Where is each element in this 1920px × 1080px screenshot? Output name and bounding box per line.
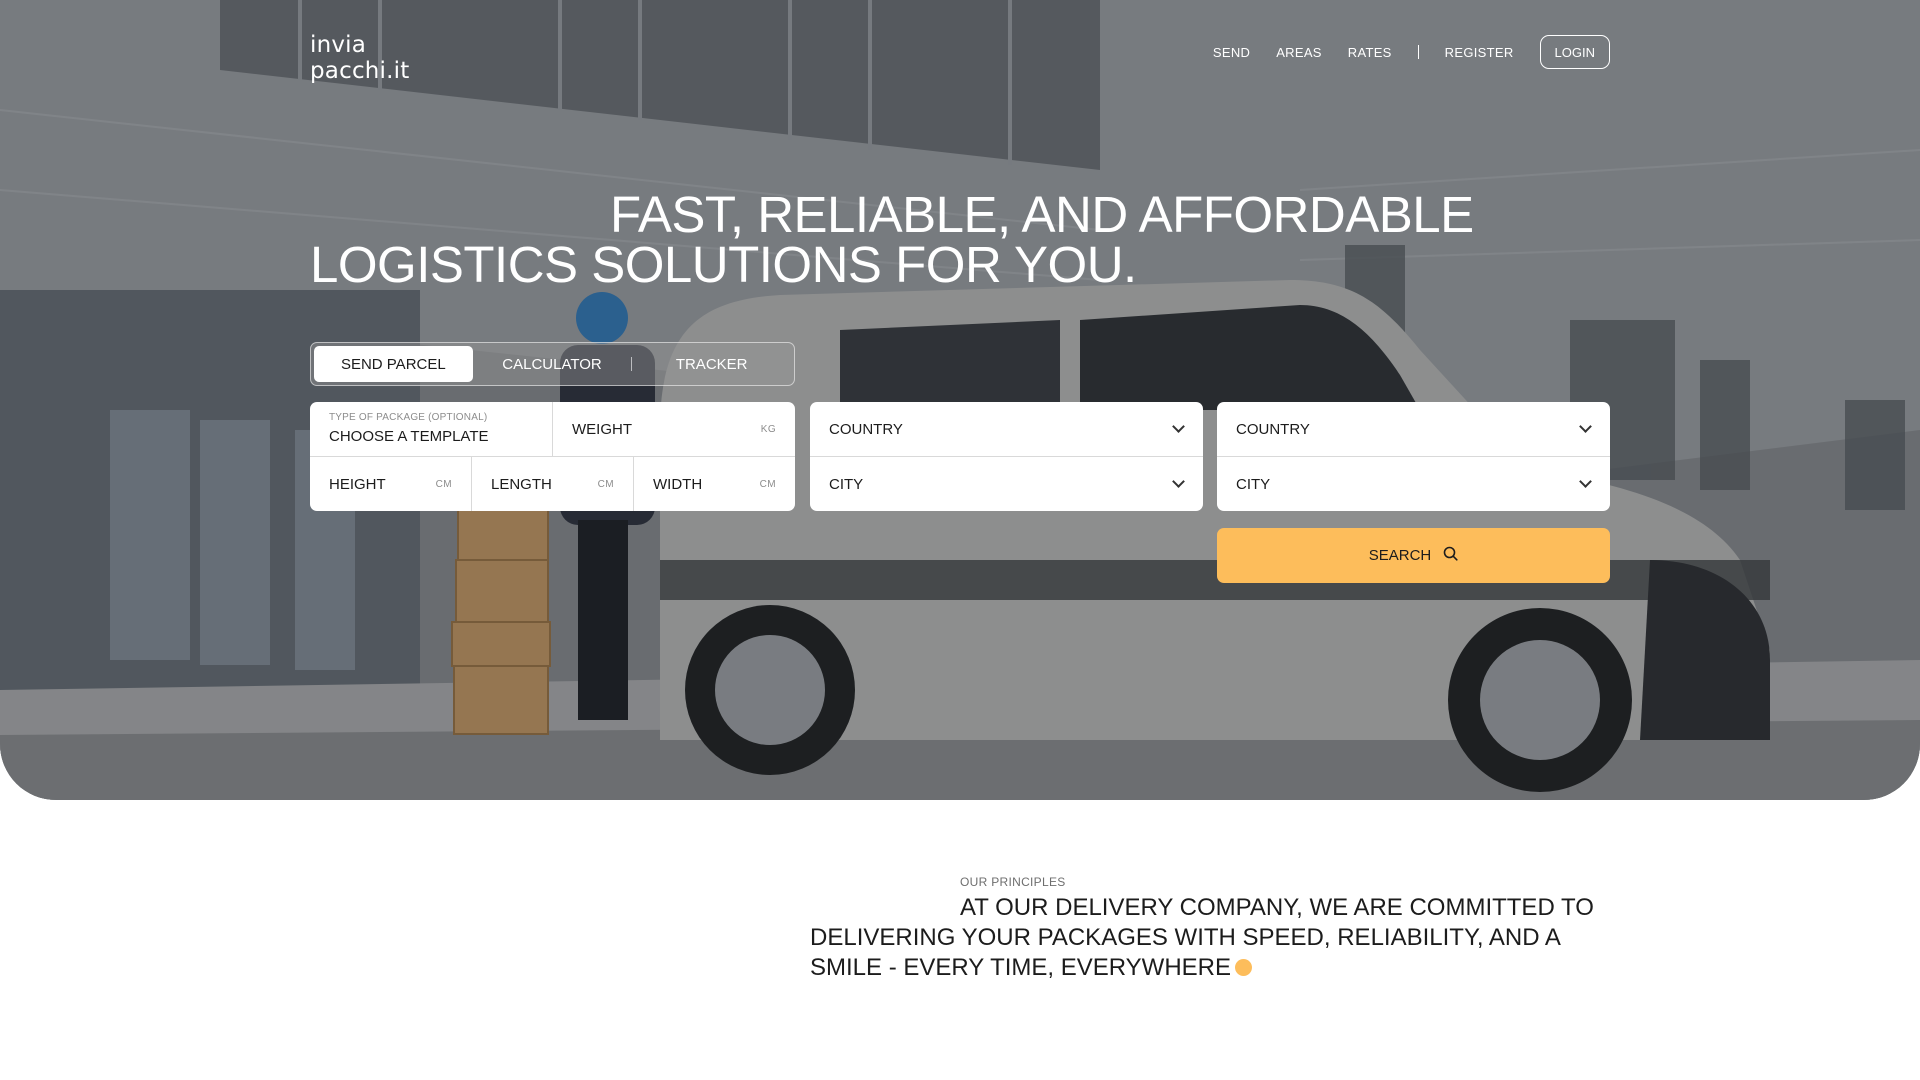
origin-country-label: COUNTRY: [829, 420, 903, 438]
brand-line-2: pacchi.it: [310, 58, 410, 84]
main-nav: SEND AREAS RATES REGISTER LOGIN: [1187, 34, 1610, 70]
nav-divider: [1417, 45, 1419, 59]
login-button[interactable]: LOGIN: [1539, 35, 1610, 69]
principles-line-3: SMILE - EVERY TIME, EVERYWHERE: [810, 954, 1232, 981]
nav-send[interactable]: SEND: [1213, 45, 1250, 60]
brand-line-1: invia: [310, 32, 367, 58]
nav-rates[interactable]: RATES: [1348, 45, 1392, 60]
length-unit: CM: [597, 478, 614, 490]
weight-input[interactable]: WEIGHT KG: [553, 402, 795, 456]
tab-calculator[interactable]: CALCULATOR: [473, 346, 632, 382]
hero-headline: FAST, RELIABLE, AND AFFORDABLE LOGISTICS…: [310, 186, 1510, 293]
destination-country-select[interactable]: COUNTRY: [1217, 402, 1610, 456]
principles-line-2: DELIVERING YOUR PACKAGES WITH SPEED, REL…: [810, 924, 1561, 951]
accent-dot-icon: [1235, 959, 1253, 976]
principles-line-1: AT OUR DELIVERY COMPANY, WE ARE COMMITTE…: [960, 894, 1594, 921]
headline-line-1: FAST, RELIABLE, AND AFFORDABLE: [610, 186, 1474, 243]
tab-send-parcel[interactable]: SEND PARCEL: [314, 346, 473, 382]
package-template-select[interactable]: TYPE OF PACKAGE (OPTIONAL) CHOOSE A TEMP…: [310, 402, 552, 456]
search-button-label: SEARCH: [1368, 547, 1432, 564]
height-input[interactable]: HEIGHT CM: [310, 457, 471, 511]
weight-label: WEIGHT: [572, 420, 632, 438]
destination-city-select[interactable]: CITY: [1217, 457, 1610, 511]
package-form: TYPE OF PACKAGE (OPTIONAL) CHOOSE A TEMP…: [310, 402, 795, 511]
width-label: WIDTH: [653, 475, 703, 493]
weight-unit: KG: [760, 423, 776, 435]
destination-form: COUNTRY CITY: [1217, 402, 1610, 511]
origin-city-select[interactable]: CITY: [810, 457, 1203, 511]
package-template-value: CHOOSE A TEMPLATE: [329, 428, 489, 445]
nav-areas[interactable]: AREAS: [1276, 45, 1322, 60]
principles-statement: AT OUR DELIVERY COMPANY, WE ARE COMMITTE…: [810, 893, 1630, 983]
origin-country-select[interactable]: COUNTRY: [810, 402, 1203, 456]
search-icon: [1443, 546, 1458, 565]
destination-city-label: CITY: [1236, 475, 1271, 493]
height-unit: CM: [435, 478, 452, 490]
hero-section: invia pacchi.it SEND AREAS RATES REGISTE…: [0, 0, 1920, 800]
origin-form: COUNTRY CITY: [810, 402, 1203, 511]
brand-logo[interactable]: invia pacchi.it: [310, 32, 409, 84]
chevron-down-icon: [1172, 420, 1185, 433]
origin-city-label: CITY: [829, 475, 864, 493]
hero-overlay: [0, 0, 1920, 800]
headline-line-2: LOGISTICS SOLUTIONS FOR YOU.: [310, 236, 1137, 293]
length-label: LENGTH: [491, 475, 552, 493]
chevron-down-icon: [1172, 475, 1185, 488]
form-tabs: SEND PARCEL CALCULATOR TRACKER: [310, 342, 795, 386]
search-button[interactable]: SEARCH: [1217, 528, 1610, 583]
length-input[interactable]: LENGTH CM: [472, 457, 633, 511]
principles-label: OUR PRINCIPLES: [960, 875, 1066, 889]
width-unit: CM: [759, 478, 776, 490]
width-input[interactable]: WIDTH CM: [634, 457, 795, 511]
register-link[interactable]: REGISTER: [1445, 45, 1514, 60]
tab-tracker[interactable]: TRACKER: [632, 346, 791, 382]
chevron-down-icon: [1579, 420, 1592, 433]
destination-country-label: COUNTRY: [1236, 420, 1310, 438]
package-template-label: TYPE OF PACKAGE (OPTIONAL): [329, 412, 488, 423]
chevron-down-icon: [1579, 475, 1592, 488]
height-label: HEIGHT: [329, 475, 386, 493]
